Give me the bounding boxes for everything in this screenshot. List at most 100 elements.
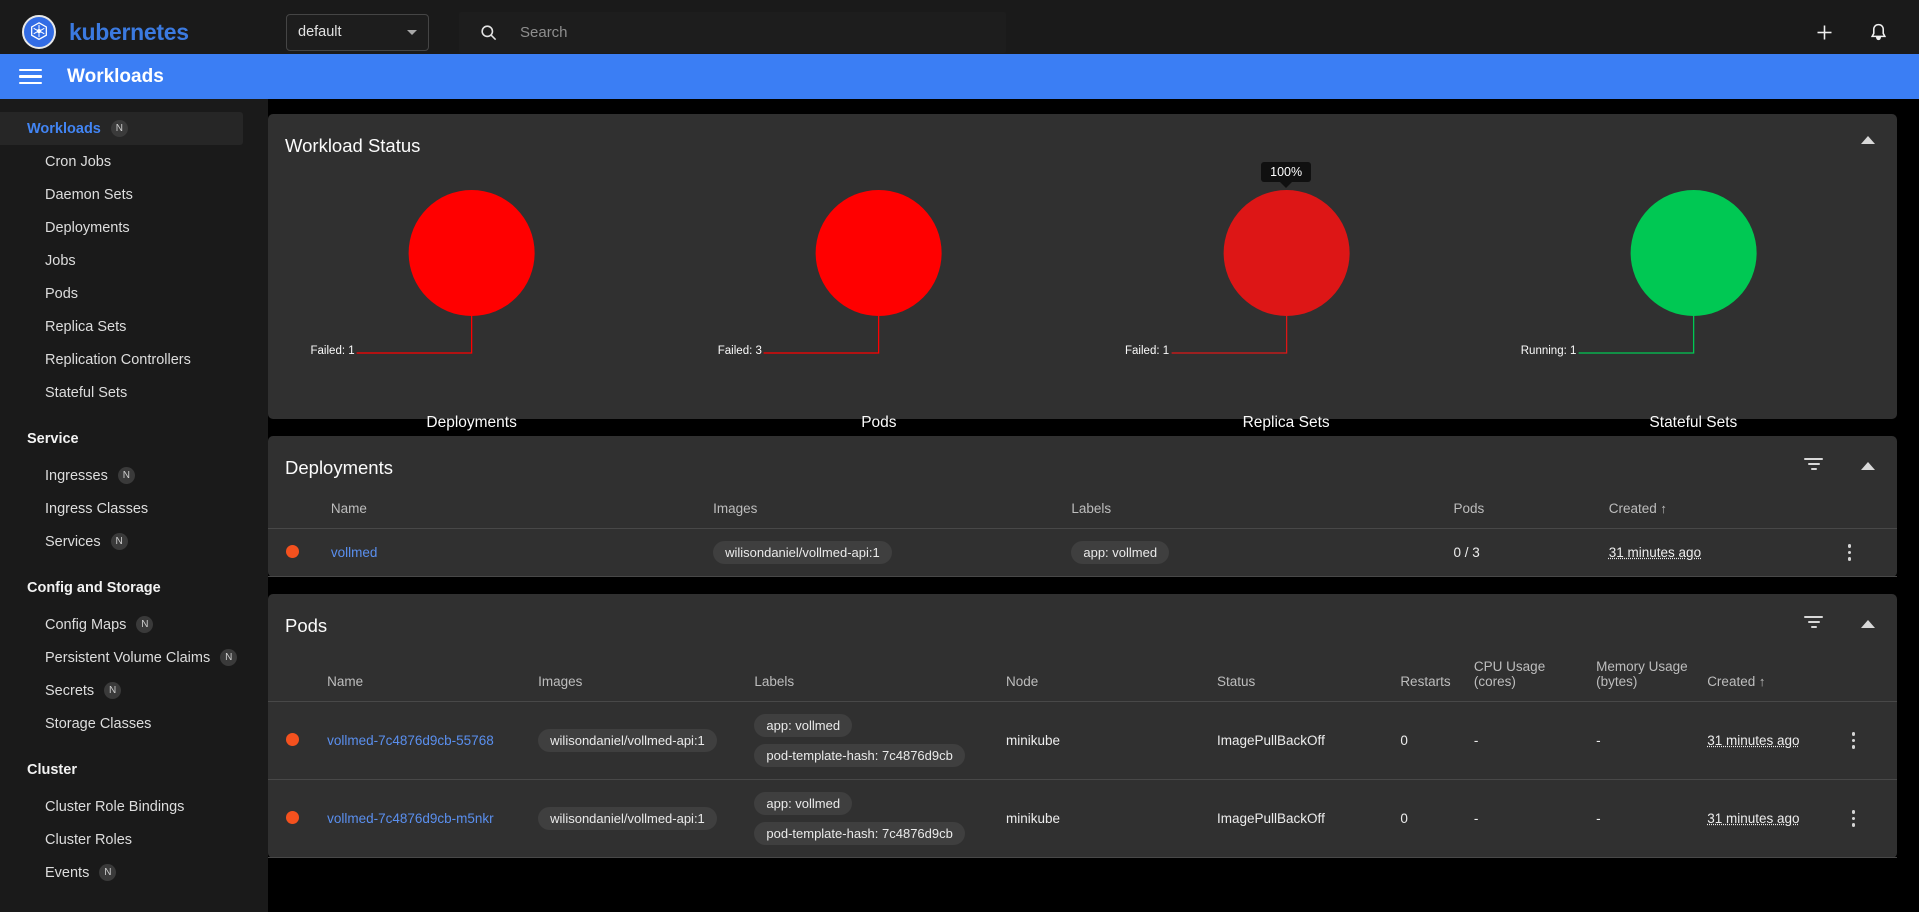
column-header-cpu-usage-cores-[interactable]: CPU Usage (cores): [1465, 637, 1589, 702]
cell-name[interactable]: vollmed-7c4876d9cb-55768: [319, 701, 531, 780]
sidebar-item-jobs[interactable]: Jobs: [0, 244, 268, 277]
column-header-images[interactable]: Images: [530, 637, 747, 702]
status-cell: [268, 528, 323, 577]
search-bar[interactable]: [459, 11, 1006, 53]
search-input[interactable]: [520, 23, 950, 41]
chart-stateful-sets[interactable]: Running: 1 Stateful Sets: [1490, 163, 1897, 442]
chart-pods[interactable]: Failed: 3 Pods: [675, 163, 1082, 442]
sidebar-item-deployments[interactable]: Deployments: [0, 211, 268, 244]
pie-slice-failed[interactable]: [815, 190, 942, 316]
chevron-up-icon[interactable]: [1861, 462, 1875, 470]
leader-line: [356, 316, 473, 354]
pie-slice-failed[interactable]: [1223, 190, 1350, 316]
column-header-label: Labels: [1071, 501, 1112, 516]
created-timestamp[interactable]: 31 minutes ago: [1707, 733, 1799, 748]
created-timestamp[interactable]: 31 minutes ago: [1707, 811, 1799, 826]
label-chip[interactable]: app: vollmed: [754, 792, 853, 815]
sidebar-item-stateful-sets[interactable]: Stateful Sets: [0, 376, 268, 409]
sidebar-item-label: Deployments: [45, 219, 130, 236]
label-chip[interactable]: app: vollmed: [754, 714, 853, 737]
column-header-label: CPU Usage (cores): [1473, 659, 1546, 689]
top-bar-actions: [1811, 19, 1891, 45]
sidebar-item-ingress-classes[interactable]: Ingress Classes: [0, 492, 268, 525]
sidebar-item-label: Config Maps: [45, 616, 127, 633]
column-header-restarts[interactable]: Restarts: [1392, 637, 1466, 702]
column-header-images[interactable]: Images: [705, 479, 1064, 529]
column-header-label: Name: [330, 501, 367, 516]
cell-name[interactable]: vollmed: [322, 528, 706, 577]
kebab-menu-icon[interactable]: [1851, 732, 1856, 749]
pie-chart: [763, 190, 942, 354]
sidebar-item-cron-jobs[interactable]: Cron Jobs: [0, 145, 268, 178]
sidebar-item-daemon-sets[interactable]: Daemon Sets: [0, 178, 268, 211]
sidebar-item-cluster-roles[interactable]: Cluster Roles: [0, 823, 268, 856]
sidebar-item-storage-classes[interactable]: Storage Classes: [0, 707, 268, 740]
sidebar-item-services[interactable]: Services N: [0, 525, 268, 558]
column-header-node[interactable]: Node: [997, 637, 1210, 702]
chevron-up-icon[interactable]: [1861, 620, 1875, 628]
label-chip[interactable]: pod-template-hash: 7c4876d9cb: [754, 744, 965, 767]
column-header-status[interactable]: Status: [1209, 637, 1393, 702]
table-row[interactable]: vollmed-7c4876d9cb-m5nkr wilisondaniel/vo…: [268, 779, 1897, 858]
column-header-name[interactable]: Name: [322, 479, 706, 529]
column-header-created[interactable]: Created ↑: [1699, 637, 1844, 702]
cell-node: minikube: [997, 779, 1210, 858]
cell-images: wilisondaniel/vollmed-api:1: [705, 528, 1064, 577]
pie-slice-failed[interactable]: [408, 190, 535, 316]
sidebar[interactable]: Workloads N Cron Jobs Daemon Sets Deployment…: [0, 99, 268, 912]
chart-deployments[interactable]: Failed: 1 Deployments: [268, 163, 675, 442]
column-header-name[interactable]: Name: [319, 637, 531, 702]
chart-leader-label: Failed: 1: [1125, 345, 1170, 357]
sidebar-item-workloads[interactable]: Workloads N: [0, 112, 243, 145]
column-header-label: Labels: [754, 674, 795, 689]
resource-link[interactable]: vollmed-7c4876d9cb-55768: [327, 733, 494, 748]
created-timestamp[interactable]: 31 minutes ago: [1609, 545, 1701, 560]
sidebar-item-replication-controllers[interactable]: Replication Controllers: [0, 343, 268, 376]
cell-restarts: 0: [1392, 779, 1466, 858]
kebab-menu-icon[interactable]: [1847, 544, 1852, 561]
chart-leader-label: Failed: 3: [717, 345, 762, 357]
hamburger-menu-icon[interactable]: [19, 64, 42, 89]
resource-link[interactable]: vollmed: [331, 545, 378, 560]
sidebar-item-ingresses[interactable]: Ingresses N: [0, 459, 268, 492]
sidebar-item-pods[interactable]: Pods: [0, 277, 268, 310]
filter-funnel-icon[interactable]: [1804, 458, 1823, 474]
cell-name[interactable]: vollmed-7c4876d9cb-m5nkr: [319, 779, 531, 858]
arrow-up-icon: ↑: [1755, 674, 1766, 689]
table-row[interactable]: vollmed-7c4876d9cb-55768 wilisondaniel/vo…: [268, 701, 1897, 780]
plus-icon[interactable]: [1811, 19, 1837, 45]
sidebar-item-replica-sets[interactable]: Replica Sets: [0, 310, 268, 343]
column-header-created[interactable]: Created ↑: [1600, 479, 1840, 529]
column-header-memory-usage-bytes-[interactable]: Memory Usage (bytes): [1588, 637, 1700, 702]
sidebar-item-events[interactable]: Events N: [0, 856, 268, 889]
namespaced-badge: N: [99, 864, 117, 881]
leader-line: [1171, 316, 1287, 354]
pods-actions: [1804, 616, 1875, 632]
column-header-label: Memory Usage (bytes): [1596, 659, 1688, 689]
label-chip[interactable]: pod-template-hash: 7c4876d9cb: [754, 822, 965, 845]
filter-funnel-icon[interactable]: [1804, 616, 1823, 632]
chart-tooltip: 100%: [1261, 162, 1312, 182]
column-header-pods[interactable]: Pods: [1445, 479, 1601, 529]
actions-column-header: [1839, 479, 1897, 529]
kubernetes-helm-icon: [22, 15, 56, 49]
column-header-labels[interactable]: Labels: [746, 637, 998, 702]
workload-status-title: Workload Status: [285, 135, 421, 156]
table-row[interactable]: vollmed wilisondaniel/vollmed-api:1 app: v…: [268, 528, 1897, 577]
sidebar-item-config-maps[interactable]: Config Maps N: [0, 608, 268, 641]
sidebar-item-cluster-role-bindings[interactable]: Cluster Role Bindings: [0, 790, 268, 823]
pie-slice-running[interactable]: [1630, 190, 1757, 316]
brand[interactable]: kubernetes: [22, 15, 252, 49]
sidebar-item-persistent-volume-claims[interactable]: Persistent Volume Claims N: [0, 641, 268, 674]
sidebar-item-secrets[interactable]: Secrets N: [0, 674, 268, 707]
sidebar-item-label: Stateful Sets: [45, 384, 128, 401]
label-chips: app: vollmed pod-template-hash: 7c4876d9c…: [754, 792, 990, 845]
kebab-menu-icon[interactable]: [1851, 810, 1856, 827]
column-header-labels[interactable]: Labels: [1063, 479, 1446, 529]
namespace-selector[interactable]: default: [286, 13, 429, 51]
bell-icon[interactable]: [1865, 19, 1891, 45]
chevron-up-icon[interactable]: [1861, 136, 1875, 144]
label-chip[interactable]: app: vollmed: [1071, 541, 1170, 564]
chart-replica-sets[interactable]: Failed: 1 100% Replica Sets: [1083, 162, 1490, 442]
resource-link[interactable]: vollmed-7c4876d9cb-m5nkr: [327, 811, 494, 826]
